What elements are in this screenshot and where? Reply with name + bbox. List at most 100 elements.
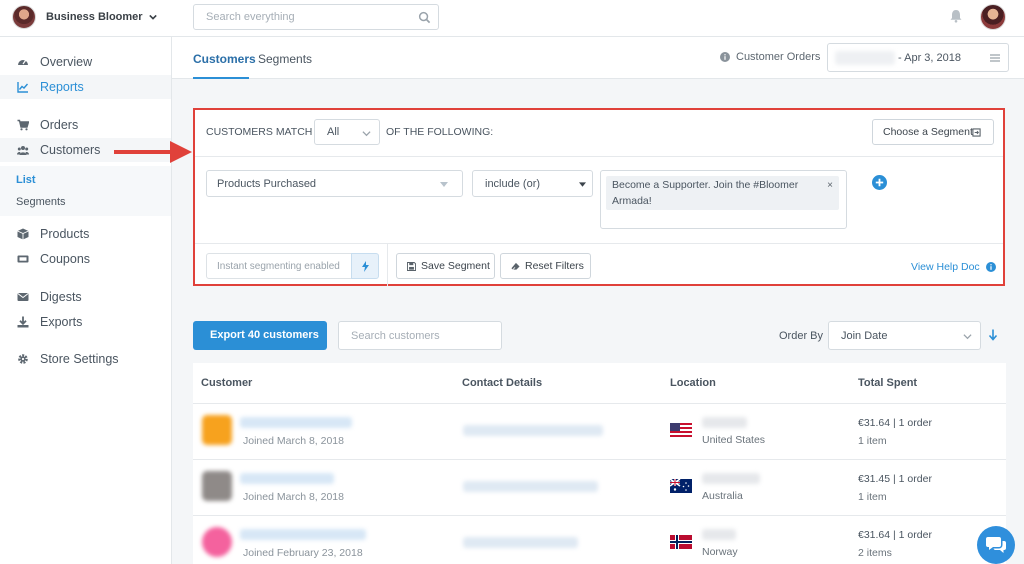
reset-filters-label: Reset Filters [525, 260, 584, 272]
order-by-value: Join Date [841, 330, 888, 342]
reset-filters-button[interactable]: Reset Filters [500, 253, 591, 279]
customer-items: 1 item [858, 435, 887, 447]
date-range-start-redacted [835, 51, 895, 65]
flag-au-icon [670, 479, 692, 493]
customers-submenu: List Segments [0, 166, 171, 216]
chat-button[interactable] [977, 526, 1015, 564]
global-search[interactable] [193, 4, 439, 30]
tab-customers[interactable]: Customers [193, 52, 256, 66]
sidebar-item-digests[interactable]: Digests [0, 285, 171, 309]
condition-value-input[interactable]: Become a Supporter. Join the #Bloomer Ar… [600, 170, 847, 229]
customer-search[interactable] [338, 321, 502, 350]
sidebar-subitem-segments[interactable]: Segments [16, 196, 66, 208]
ticket-icon [17, 255, 29, 263]
download-icon [17, 316, 29, 328]
table-row[interactable]: Joined March 8, 2018 United States €31.6… [193, 403, 1006, 459]
sidebar-item-exports[interactable]: Exports [0, 310, 171, 334]
sidebar-item-label: Reports [40, 80, 84, 94]
date-range-end: - Apr 3, 2018 [898, 52, 961, 64]
gear-icon [18, 354, 28, 364]
order-by-select[interactable]: Join Date [828, 321, 981, 350]
table-row[interactable]: Joined March 8, 2018 Australia €31.45 | … [193, 459, 1006, 515]
menu-icon[interactable] [990, 53, 1000, 63]
help-link-label: View Help Doc [911, 261, 980, 273]
box-icon [17, 228, 29, 240]
contact-redacted [463, 481, 598, 492]
instant-segmenting-toggle[interactable] [351, 253, 379, 279]
user-avatar[interactable] [980, 4, 1006, 30]
contact-redacted [463, 537, 578, 548]
filter-match-row: CUSTOMERS MATCH All OF THE FOLLOWING: Ch… [195, 110, 1003, 157]
column-header-contact: Contact Details [462, 377, 543, 389]
sidebar-item-coupons[interactable]: Coupons [0, 247, 171, 271]
info-icon [720, 52, 730, 62]
filter-actions-row: Instant segmenting enabled Save Segment … [195, 244, 1003, 286]
save-segment-button[interactable]: Save Segment [396, 253, 495, 279]
table-row[interactable]: Joined February 23, 2018 Norway €31.64 |… [193, 515, 1006, 564]
swap-icon [972, 128, 981, 137]
column-header-customer[interactable]: Customer [201, 377, 252, 389]
flag-us-icon [670, 423, 692, 437]
sidebar-item-reports[interactable]: Reports [0, 75, 171, 99]
sidebar-item-label: Overview [40, 55, 93, 69]
line-chart-icon [17, 82, 29, 93]
global-search-input[interactable] [194, 5, 414, 29]
sidebar-item-orders[interactable]: Orders [0, 113, 171, 137]
top-bar: Business Bloomer [0, 0, 1024, 37]
tab-segments[interactable]: Segments [258, 52, 312, 66]
search-icon[interactable] [418, 11, 431, 24]
customer-orders-filter[interactable]: Customer Orders [720, 51, 820, 63]
city-redacted [702, 529, 736, 540]
column-header-location[interactable]: Location [670, 377, 716, 389]
sidebar-item-label: Digests [40, 290, 82, 304]
customer-name-redacted [240, 529, 366, 540]
sidebar: Overview Reports Orders Customers List S… [0, 37, 172, 564]
chevron-down-icon [362, 131, 371, 137]
sidebar-item-store-settings[interactable]: Store Settings [0, 347, 171, 371]
column-header-total-spent[interactable]: Total Spent [858, 377, 917, 389]
view-help-doc-link[interactable]: View Help Doc [911, 261, 996, 273]
sidebar-item-label: Exports [40, 315, 83, 329]
export-label: Export 40 customers [210, 329, 319, 341]
condition-field-value: Products Purchased [217, 178, 317, 190]
sort-direction-icon[interactable] [988, 329, 998, 341]
annotation-arrow-icon [114, 141, 192, 163]
customer-joined: Joined March 8, 2018 [243, 491, 344, 503]
sidebar-item-products[interactable]: Products [0, 222, 171, 246]
segment-filter-panel: CUSTOMERS MATCH All OF THE FOLLOWING: Ch… [193, 108, 1005, 286]
match-select-value: All [327, 126, 340, 138]
date-range-picker[interactable]: - Apr 3, 2018 [827, 43, 1009, 72]
instant-segmenting-status: Instant segmenting enabled [206, 253, 352, 279]
customer-search-input[interactable] [339, 322, 501, 349]
store-switcher[interactable]: Business Bloomer [12, 5, 157, 29]
chevron-down-icon [148, 14, 157, 20]
customer-country: Australia [702, 490, 743, 502]
choose-segment-button[interactable]: Choose a Segment [872, 119, 994, 145]
filter-condition-row: Products Purchased include (or) Become a… [195, 157, 1003, 244]
match-select[interactable]: All [314, 119, 380, 145]
order-by-label: Order By [779, 330, 824, 342]
flag-no-icon [670, 535, 692, 549]
bell-icon[interactable] [949, 9, 963, 23]
customer-avatar [202, 527, 232, 557]
sidebar-subitem-list[interactable]: List [16, 174, 36, 186]
product-tag: Become a Supporter. Join the #Bloomer Ar… [606, 176, 839, 210]
chat-icon [986, 537, 1006, 553]
eraser-icon [511, 262, 520, 271]
customer-items: 2 items [858, 547, 892, 559]
choose-segment-label: Choose a Segment [883, 126, 973, 138]
customer-total-spent: €31.45 | 1 order [858, 473, 932, 485]
customer-avatar [202, 471, 232, 501]
condition-operator-select[interactable]: include (or) [472, 170, 593, 197]
remove-tag-icon[interactable]: × [827, 178, 833, 194]
product-tag-label: Become a Supporter. Join the #Bloomer Ar… [612, 179, 799, 207]
sidebar-item-overview[interactable]: Overview [0, 50, 171, 74]
sidebar-item-label: Products [40, 227, 90, 241]
sidebar-item-label: Customers [40, 143, 101, 157]
export-customers-button[interactable]: Export 40 customers [193, 321, 327, 350]
add-condition-icon[interactable] [872, 175, 887, 190]
caret-down-icon [579, 182, 586, 187]
save-segment-label: Save Segment [421, 260, 490, 272]
condition-field-select[interactable]: Products Purchased [206, 170, 463, 197]
customer-orders-label: Customer Orders [736, 51, 821, 63]
